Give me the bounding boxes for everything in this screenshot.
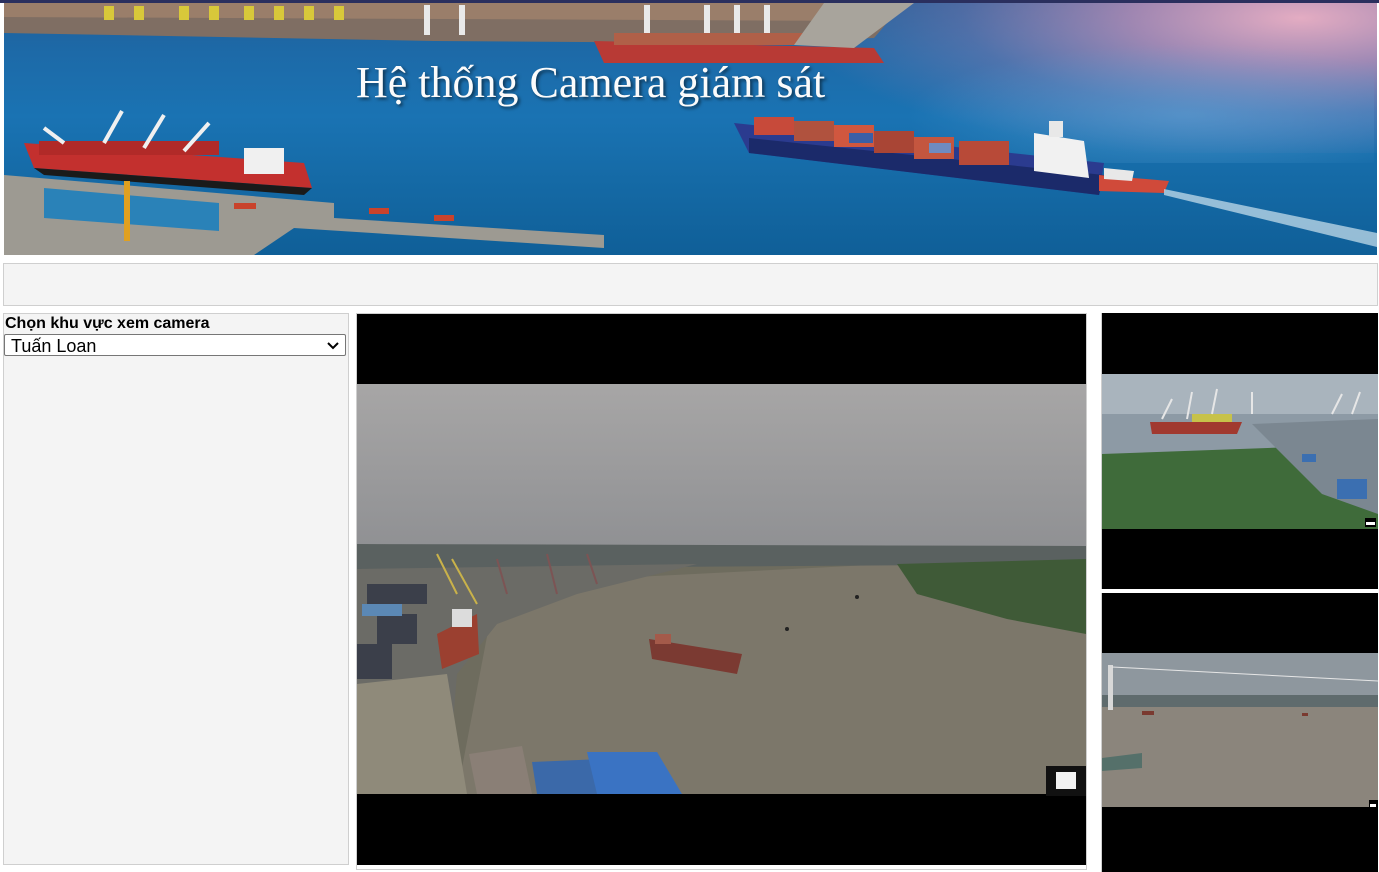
navigation-bar	[3, 263, 1378, 306]
fullscreen-button[interactable]	[1046, 766, 1086, 796]
side-camera-1-image	[1102, 374, 1378, 529]
minimize-icon[interactable]	[1370, 804, 1376, 807]
main-camera-video[interactable]	[357, 314, 1086, 865]
side-camera-1[interactable]	[1101, 313, 1378, 589]
area-select[interactable]: Tuấn Loan	[4, 334, 346, 356]
header-banner: Hệ thống Camera giám sát	[4, 3, 1377, 255]
minimize-icon[interactable]	[1366, 522, 1375, 525]
main-camera-frame	[356, 313, 1087, 870]
chevron-down-icon	[327, 342, 339, 350]
side-camera-2[interactable]	[1101, 593, 1378, 872]
main-camera-image	[357, 384, 1086, 794]
area-selector-label: Chọn khu vực xem camera	[5, 315, 210, 332]
area-select-value: Tuấn Loan	[11, 336, 97, 356]
banner-port-illustration	[4, 3, 1377, 255]
banner-title: Hệ thống Camera giám sát	[356, 58, 826, 107]
fullscreen-icon	[1056, 772, 1076, 789]
area-selector-panel: Chọn khu vực xem camera Tuấn Loan	[3, 313, 349, 865]
side-camera-2-image	[1102, 653, 1378, 807]
